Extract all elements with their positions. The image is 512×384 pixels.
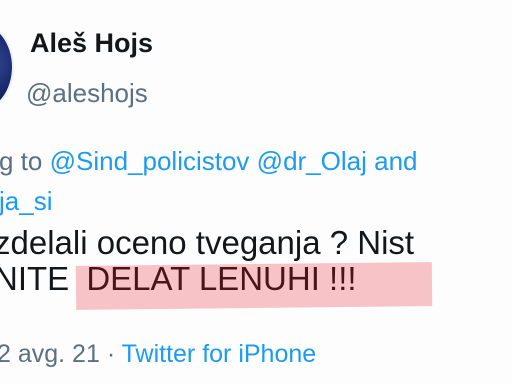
author-display-name[interactable]: Aleš Hojs <box>30 28 153 59</box>
tweet-text-line-2-prefix: NITE <box>0 260 70 297</box>
tweet-meta: 2 avg. 21 · Twitter for iPhone <box>0 340 316 369</box>
replying-to-line-2: ja_si <box>0 186 52 217</box>
mention-sind-policistov[interactable]: @Sind_policistov <box>50 146 250 176</box>
author-handle[interactable]: @aleshojs <box>26 78 148 109</box>
meta-separator: · <box>106 340 116 368</box>
avatar[interactable] <box>0 22 14 112</box>
replying-to-prefix: g to <box>0 146 43 176</box>
tweet-card: Aleš Hojs @aleshojs g to @Sind_policisto… <box>0 0 512 384</box>
mention-ja-si[interactable]: ja_si <box>0 186 52 216</box>
tweet-text-line-1: zdelali oceno tveganja ? Nist <box>0 224 415 261</box>
tweet-text-line-2: NITE DELAT LENUHI !!! <box>0 260 363 298</box>
highlighted-text: DELAT LENUHI !!! <box>80 260 362 298</box>
mention-dr-olaj[interactable]: @dr_Olaj <box>257 146 367 176</box>
replying-and-text: and <box>374 146 418 176</box>
tweet-source[interactable]: Twitter for iPhone <box>122 340 317 368</box>
replying-to-line: g to @Sind_policistov @dr_Olaj and <box>0 146 418 177</box>
tweet-date[interactable]: 2 avg. 21 <box>0 340 100 368</box>
highlighted-text-content: DELAT LENUHI !!! <box>86 260 357 297</box>
